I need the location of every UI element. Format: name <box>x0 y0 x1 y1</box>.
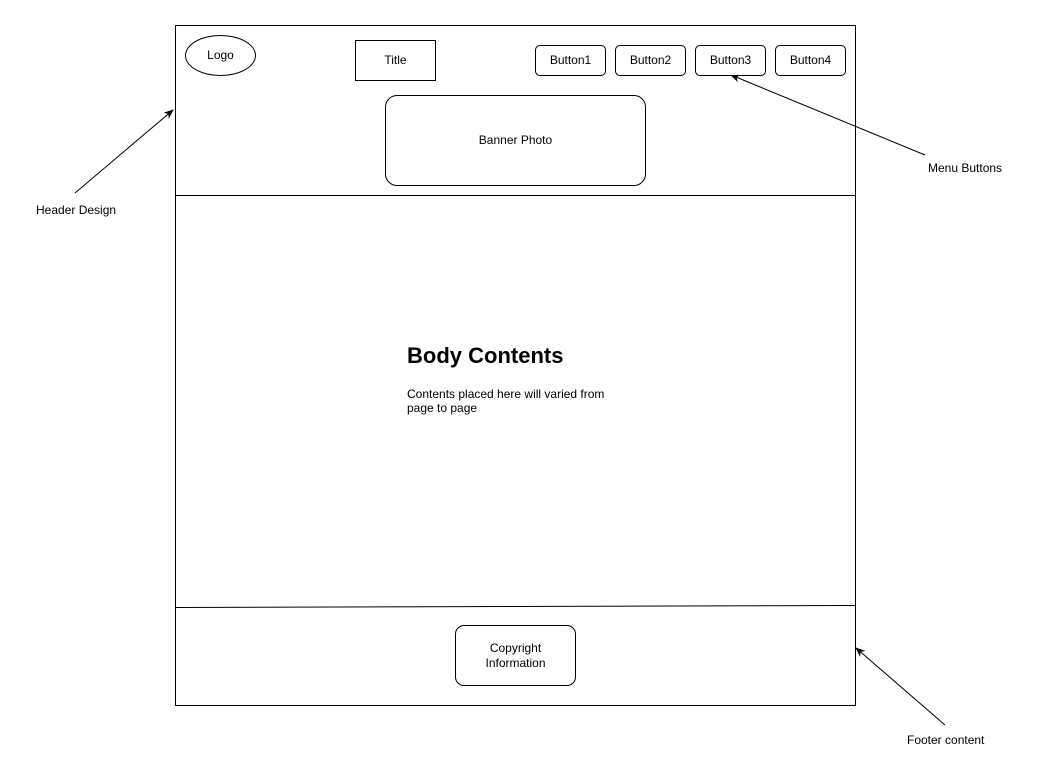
header-annotation: Header Design <box>36 203 117 217</box>
footer-annotation: Footer content <box>907 733 985 747</box>
logo-label: Logo <box>207 48 234 62</box>
footer-annotation-arrow <box>855 647 946 726</box>
banner-photo-label: Banner Photo <box>478 133 553 147</box>
menu-button-4-label: Button4 <box>789 53 832 67</box>
title-label: Title <box>384 53 407 67</box>
menu-button-1-label: Button1 <box>549 53 592 67</box>
menu-annotation: Menu Buttons <box>928 161 1003 175</box>
menu-button-2[interactable]: Button2 <box>615 45 686 76</box>
body-text: Contents placed here will varied from pa… <box>407 387 605 415</box>
body-heading: Body Contents <box>407 343 564 368</box>
menu-button-3[interactable]: Button3 <box>695 45 766 76</box>
logo-placeholder: Logo <box>185 35 256 76</box>
title-placeholder: Title <box>355 40 436 81</box>
copyright-label: Copyright Information <box>485 640 546 670</box>
menu-button-1[interactable]: Button1 <box>535 45 606 76</box>
copyright-placeholder: Copyright Information <box>455 625 576 686</box>
header-annotation-arrow <box>74 109 174 194</box>
menu-button-3-label: Button3 <box>709 53 752 67</box>
menu-button-4[interactable]: Button4 <box>775 45 846 76</box>
menu-button-2-label: Button2 <box>629 53 672 67</box>
banner-photo-placeholder: Banner Photo <box>385 95 646 186</box>
